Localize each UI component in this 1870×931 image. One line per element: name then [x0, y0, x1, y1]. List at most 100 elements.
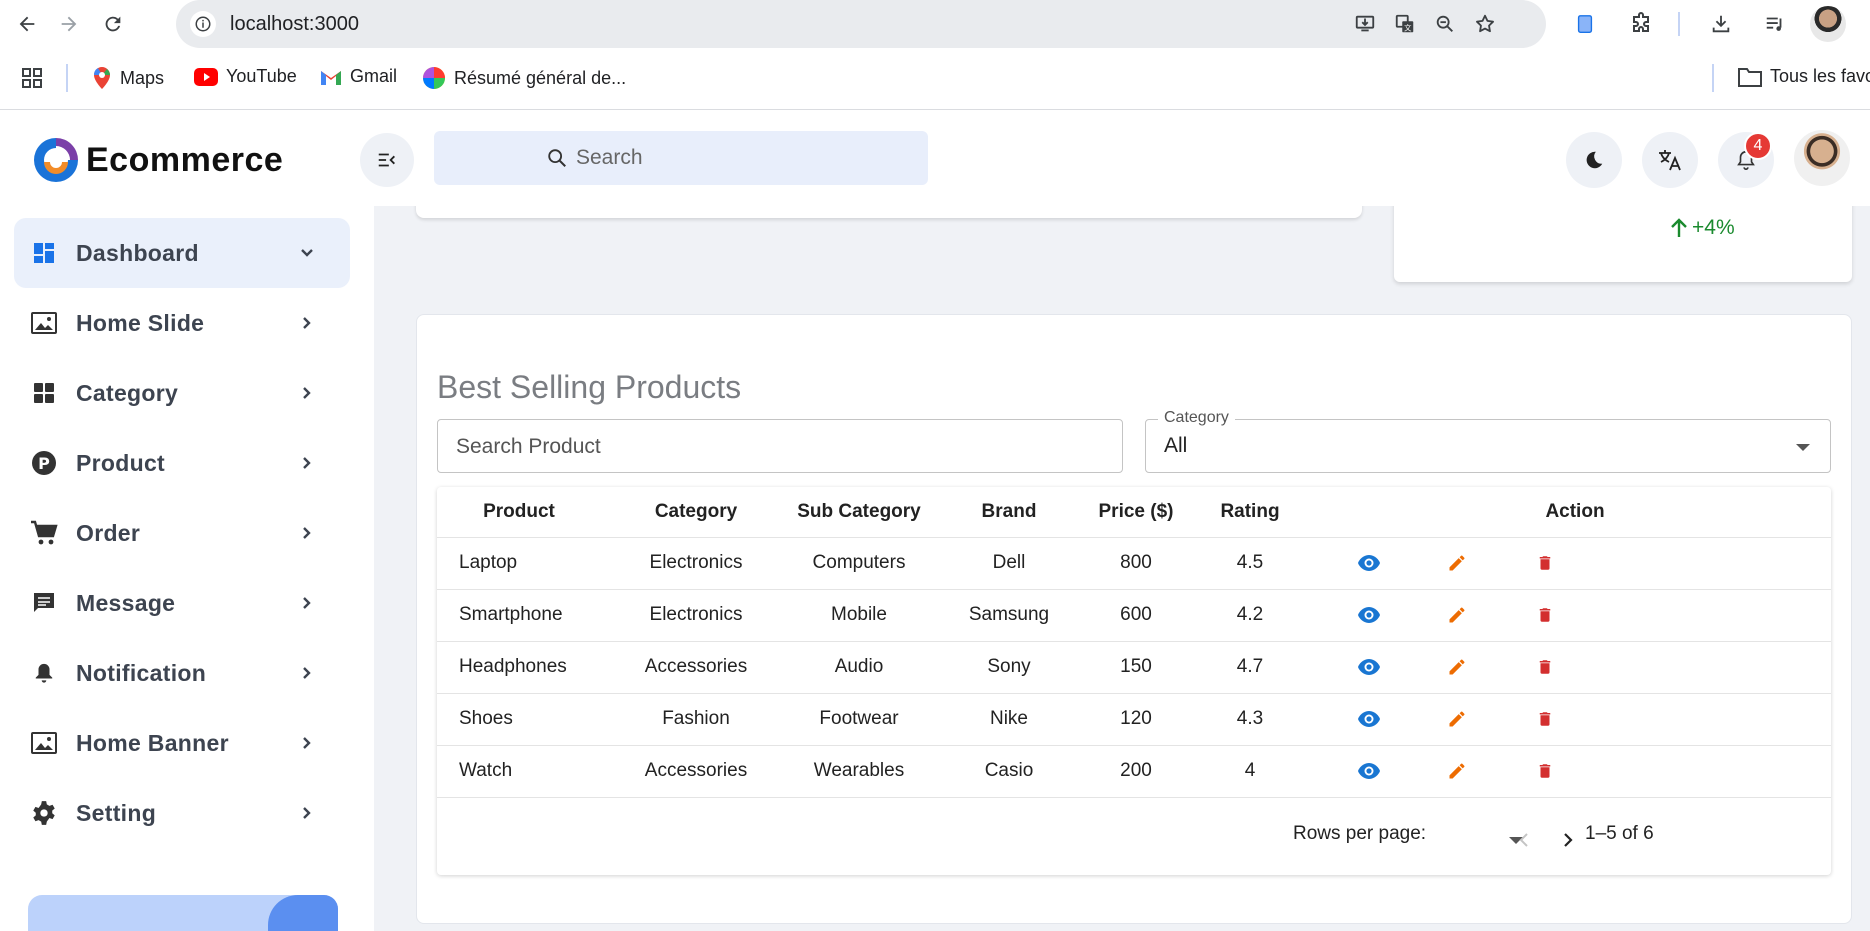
translate-page-icon[interactable]: 文 — [1392, 11, 1418, 37]
sidebar-item-notification[interactable]: Notification — [14, 638, 350, 708]
column-header-category[interactable]: Category — [601, 487, 791, 538]
image-icon — [30, 309, 58, 337]
delete-button[interactable] — [1530, 756, 1560, 786]
gear-icon — [30, 799, 58, 827]
cell-price: 600 — [1091, 589, 1181, 642]
view-button[interactable] — [1354, 548, 1384, 578]
sidebar-item-label: Order — [76, 520, 141, 546]
message-icon — [30, 589, 58, 617]
edit-button[interactable] — [1442, 652, 1472, 682]
view-button[interactable] — [1354, 756, 1384, 786]
toolbar-divider — [1678, 12, 1680, 36]
view-button[interactable] — [1354, 652, 1384, 682]
edit-cell — [1419, 745, 1495, 798]
theme-toggle-button[interactable] — [1566, 132, 1622, 188]
sidebar-item-product[interactable]: P Product — [14, 428, 350, 498]
extension-tablet-icon[interactable] — [1570, 9, 1600, 39]
zoom-icon[interactable] — [1432, 11, 1458, 37]
cell-category: Fashion — [601, 693, 791, 746]
language-button[interactable] — [1642, 132, 1698, 188]
chevron-left-icon — [1519, 833, 1528, 847]
delete-button[interactable] — [1530, 704, 1560, 734]
next-page-button[interactable] — [1553, 825, 1583, 855]
trend-indicator: +4% — [1670, 216, 1735, 240]
sidebar-item-order[interactable]: Order — [14, 498, 350, 568]
chevron-right-icon — [296, 452, 318, 474]
bookmark-label: Résumé général de... — [454, 67, 627, 88]
trash-icon — [1539, 711, 1551, 726]
edit-button[interactable] — [1442, 756, 1472, 786]
sidebar-item-home-slide[interactable]: Home Slide — [14, 288, 350, 358]
extensions-puzzle-icon[interactable] — [1626, 9, 1656, 39]
cell-rating: 4.2 — [1181, 589, 1319, 642]
media-queue-icon[interactable] — [1760, 9, 1790, 39]
delete-button[interactable] — [1530, 652, 1560, 682]
edit-button[interactable] — [1442, 548, 1472, 578]
pencil-icon — [1449, 554, 1465, 570]
bookmark-gmail[interactable]: Gmail — [320, 66, 397, 87]
user-avatar[interactable] — [1794, 130, 1850, 186]
bookmark-star-icon[interactable] — [1472, 11, 1498, 37]
bookmark-resume[interactable]: Résumé général de... — [422, 66, 626, 90]
bookmark-label: Gmail — [350, 66, 398, 86]
cell-rating: 4.7 — [1181, 641, 1319, 694]
back-icon[interactable] — [12, 9, 42, 39]
sidebar-item-label: Product — [76, 450, 165, 476]
collapse-sidebar-button[interactable] — [360, 133, 414, 187]
column-header-product[interactable]: Product — [437, 487, 601, 538]
downloads-icon[interactable] — [1706, 9, 1736, 39]
cell-price: 200 — [1091, 745, 1181, 798]
search-input[interactable] — [576, 143, 876, 173]
eye-icon — [1358, 659, 1380, 675]
browser-profile-avatar[interactable] — [1810, 6, 1846, 42]
global-search[interactable] — [434, 131, 928, 185]
sidebar-item-message[interactable]: Message — [14, 568, 350, 638]
install-app-icon[interactable] — [1352, 11, 1378, 37]
delete-cell — [1495, 589, 1595, 642]
cell-product: Shoes — [437, 693, 601, 746]
product-search-input[interactable] — [456, 433, 1096, 461]
app-logo[interactable]: Ecommerce — [28, 132, 283, 188]
reload-icon[interactable] — [98, 9, 128, 39]
cell-brand: Dell — [927, 537, 1091, 590]
delete-button[interactable] — [1530, 548, 1560, 578]
address-bar[interactable]: localhost:3000 文 — [176, 0, 1546, 48]
forward-icon[interactable] — [54, 9, 84, 39]
column-header-rating[interactable]: Rating — [1181, 487, 1319, 538]
pencil-icon — [1449, 710, 1465, 726]
cell-sub-category: Mobile — [791, 589, 927, 642]
search-icon — [548, 149, 566, 167]
column-header-sub-category[interactable]: Sub Category — [791, 487, 927, 538]
bookmark-youtube[interactable]: YouTube — [194, 66, 297, 87]
bookmarks-divider — [1712, 64, 1714, 92]
column-header-brand[interactable]: Brand — [927, 487, 1091, 538]
edit-cell — [1419, 693, 1495, 746]
edit-cell — [1419, 589, 1495, 642]
apps-grid-icon[interactable] — [20, 66, 44, 90]
all-bookmarks-folder[interactable]: Tous les favo — [1738, 66, 1870, 87]
chevron-down-icon — [296, 242, 318, 264]
sidebar-item-label: Message — [76, 590, 176, 616]
sidebar-item-home-banner[interactable]: Home Banner — [14, 708, 350, 778]
view-button[interactable] — [1354, 704, 1384, 734]
eye-icon — [1358, 607, 1380, 623]
edit-button[interactable] — [1442, 704, 1472, 734]
previous-page-button[interactable] — [1509, 825, 1539, 855]
bell-icon — [30, 659, 58, 687]
column-header-price[interactable]: Price ($) — [1091, 487, 1181, 538]
bookmark-maps[interactable]: Maps — [92, 66, 164, 90]
view-cell — [1319, 641, 1419, 694]
sidebar-item-setting[interactable]: Setting — [14, 778, 350, 848]
category-select[interactable]: Category All — [1145, 409, 1831, 473]
chevron-right-icon — [296, 592, 318, 614]
sidebar-item-dashboard[interactable]: Dashboard — [14, 218, 350, 288]
site-info-icon[interactable] — [190, 11, 216, 37]
maps-pin-icon — [93, 67, 110, 89]
edit-button[interactable] — [1442, 600, 1472, 630]
sidebar-item-category[interactable]: Category — [14, 358, 350, 428]
action-spacer — [1595, 641, 1831, 694]
bookmark-label: YouTube — [226, 66, 297, 86]
view-button[interactable] — [1354, 600, 1384, 630]
product-search-field[interactable] — [437, 419, 1123, 473]
delete-button[interactable] — [1530, 600, 1560, 630]
